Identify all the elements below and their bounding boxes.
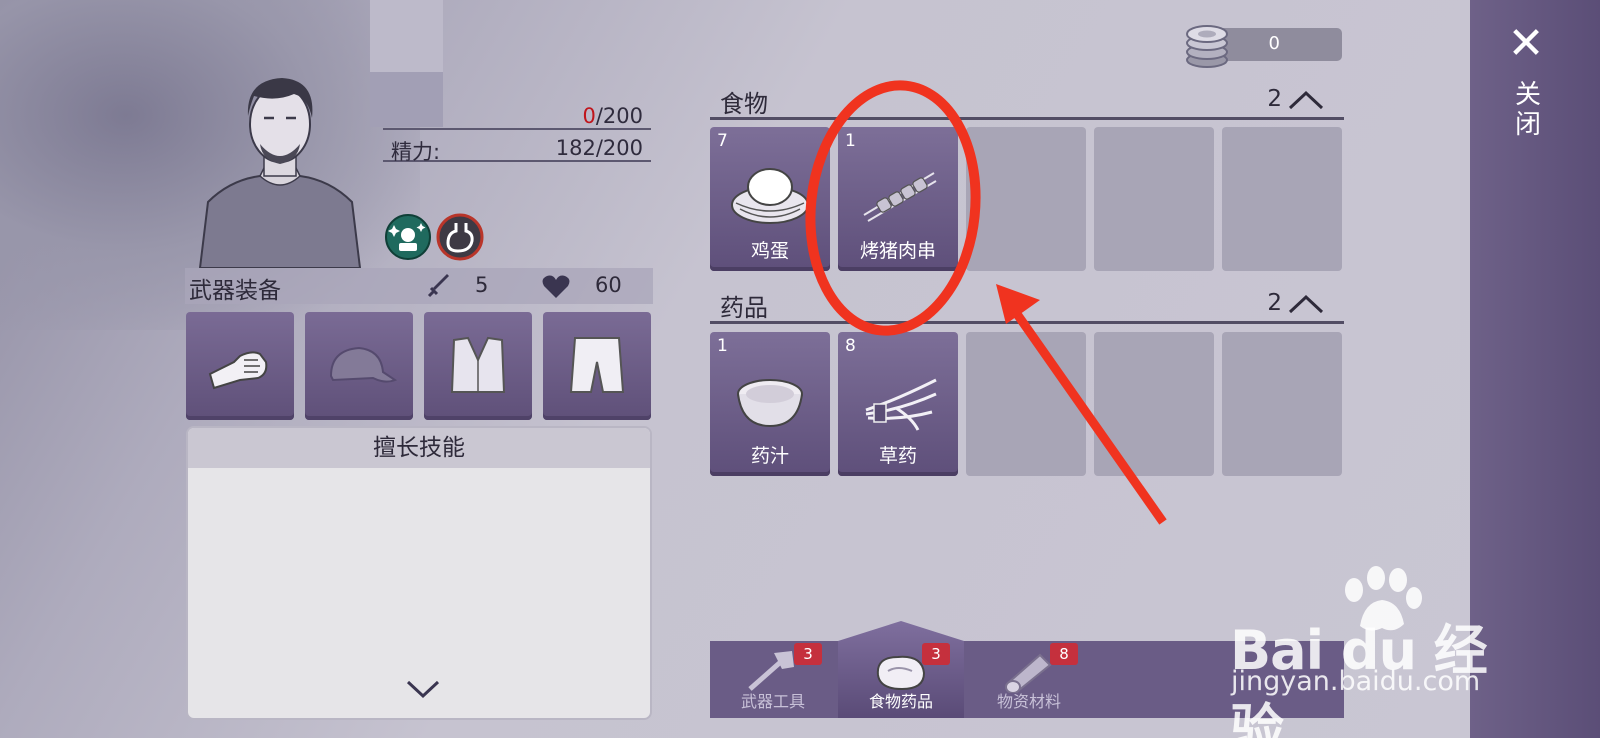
item-slot[interactable]: 7 鸡蛋 bbox=[710, 127, 830, 271]
tab-badge: 8 bbox=[1050, 643, 1078, 665]
sparkle-person-icon[interactable] bbox=[384, 213, 432, 261]
item-count: 1 bbox=[717, 336, 728, 356]
bowl-icon bbox=[737, 379, 803, 428]
stat-row-hunger: 0/200 bbox=[383, 104, 651, 130]
stat-current: 182 bbox=[555, 136, 596, 160]
item-name: 草药 bbox=[878, 445, 917, 467]
equip-slot-legs[interactable] bbox=[543, 312, 651, 420]
heart-icon bbox=[542, 275, 570, 298]
stat-row-energy: 精力: 182/200 bbox=[383, 136, 651, 164]
tab-label: 食物药品 bbox=[868, 692, 933, 711]
stat-max: /200 bbox=[595, 104, 643, 128]
empty-slot[interactable] bbox=[1222, 332, 1342, 476]
chevron-up-icon[interactable] bbox=[1288, 294, 1324, 314]
axe-icon bbox=[748, 651, 794, 691]
coin-value: 0 bbox=[1268, 33, 1280, 54]
item-name: 鸡蛋 bbox=[750, 240, 789, 262]
tab-weapons-tools[interactable]: 3 武器工具 bbox=[710, 641, 836, 718]
empty-slot[interactable] bbox=[966, 127, 1086, 271]
equipment-header: 武器装备 5 60 bbox=[185, 268, 653, 304]
chevron-up-icon[interactable] bbox=[1288, 90, 1324, 110]
item-name: 药汁 bbox=[750, 445, 789, 467]
sword-icon bbox=[427, 274, 449, 298]
health-value: 60 bbox=[595, 273, 622, 297]
skewer-icon bbox=[863, 172, 937, 222]
equip-slot-weapon[interactable] bbox=[186, 312, 294, 420]
coin-stack-icon bbox=[1186, 25, 1228, 68]
close-icon: ✕ bbox=[1507, 18, 1545, 69]
watermark: Bai du 经验 jingyan.baidu.com bbox=[1230, 566, 1510, 738]
shorts-icon bbox=[569, 337, 625, 393]
close-label: 关闭 bbox=[1510, 80, 1541, 140]
item-slot[interactable]: 8 草药 bbox=[838, 332, 958, 476]
tab-food-medicine[interactable]: 3 食物药品 bbox=[838, 621, 964, 718]
item-slot[interactable]: 1 烤猪肉串 bbox=[838, 127, 958, 271]
empty-slot[interactable] bbox=[1094, 127, 1214, 271]
stat-max: /200 bbox=[595, 136, 643, 160]
item-count: 1 bbox=[845, 131, 856, 151]
tab-label: 武器工具 bbox=[740, 692, 805, 711]
item-count: 7 bbox=[717, 131, 728, 151]
item-name: 烤猪肉串 bbox=[859, 240, 936, 262]
fist-icon bbox=[208, 351, 268, 390]
item-slot[interactable]: 1 药汁 bbox=[710, 332, 830, 476]
skills-panel: 擅长技能 bbox=[186, 426, 652, 720]
attack-value: 5 bbox=[475, 273, 489, 297]
stomach-icon[interactable] bbox=[436, 213, 484, 261]
skills-title: 擅长技能 bbox=[188, 428, 650, 468]
equip-slot-body[interactable] bbox=[424, 312, 532, 420]
empty-slot[interactable] bbox=[1094, 332, 1214, 476]
category-title: 食物 bbox=[720, 90, 768, 118]
tab-label: 物资材料 bbox=[996, 692, 1061, 711]
watermark-url: jingyan.baidu.com bbox=[1231, 666, 1481, 697]
egg-nest-icon bbox=[731, 168, 809, 224]
chevron-down-icon[interactable] bbox=[406, 678, 440, 700]
stat-label: 精力: bbox=[391, 140, 441, 164]
empty-slot[interactable] bbox=[966, 332, 1086, 476]
equipment-title: 武器装备 bbox=[189, 278, 281, 304]
vest-icon bbox=[450, 336, 506, 393]
category-count: 2 bbox=[1267, 86, 1282, 112]
meat-icon bbox=[876, 655, 926, 691]
category-count: 2 bbox=[1267, 290, 1282, 316]
category-header-food[interactable]: 食物 2 bbox=[710, 84, 1344, 120]
item-count: 8 bbox=[845, 336, 856, 356]
tab-badge: 3 bbox=[922, 643, 950, 665]
character-portrait bbox=[198, 78, 362, 268]
category-title: 药品 bbox=[720, 294, 768, 322]
mosaic-block bbox=[370, 0, 443, 72]
close-button[interactable]: ✕ 关闭 bbox=[1496, 20, 1556, 150]
stat-current: 0 bbox=[582, 104, 596, 128]
tab-badge: 3 bbox=[794, 643, 822, 665]
herb-icon bbox=[865, 378, 937, 431]
category-header-medicine[interactable]: 药品 2 bbox=[710, 288, 1344, 324]
log-icon bbox=[1005, 653, 1052, 693]
empty-slot[interactable] bbox=[1222, 127, 1342, 271]
tab-materials[interactable]: 8 物资材料 bbox=[966, 641, 1092, 718]
cap-icon bbox=[329, 346, 398, 383]
equip-slot-head[interactable] bbox=[305, 312, 413, 420]
